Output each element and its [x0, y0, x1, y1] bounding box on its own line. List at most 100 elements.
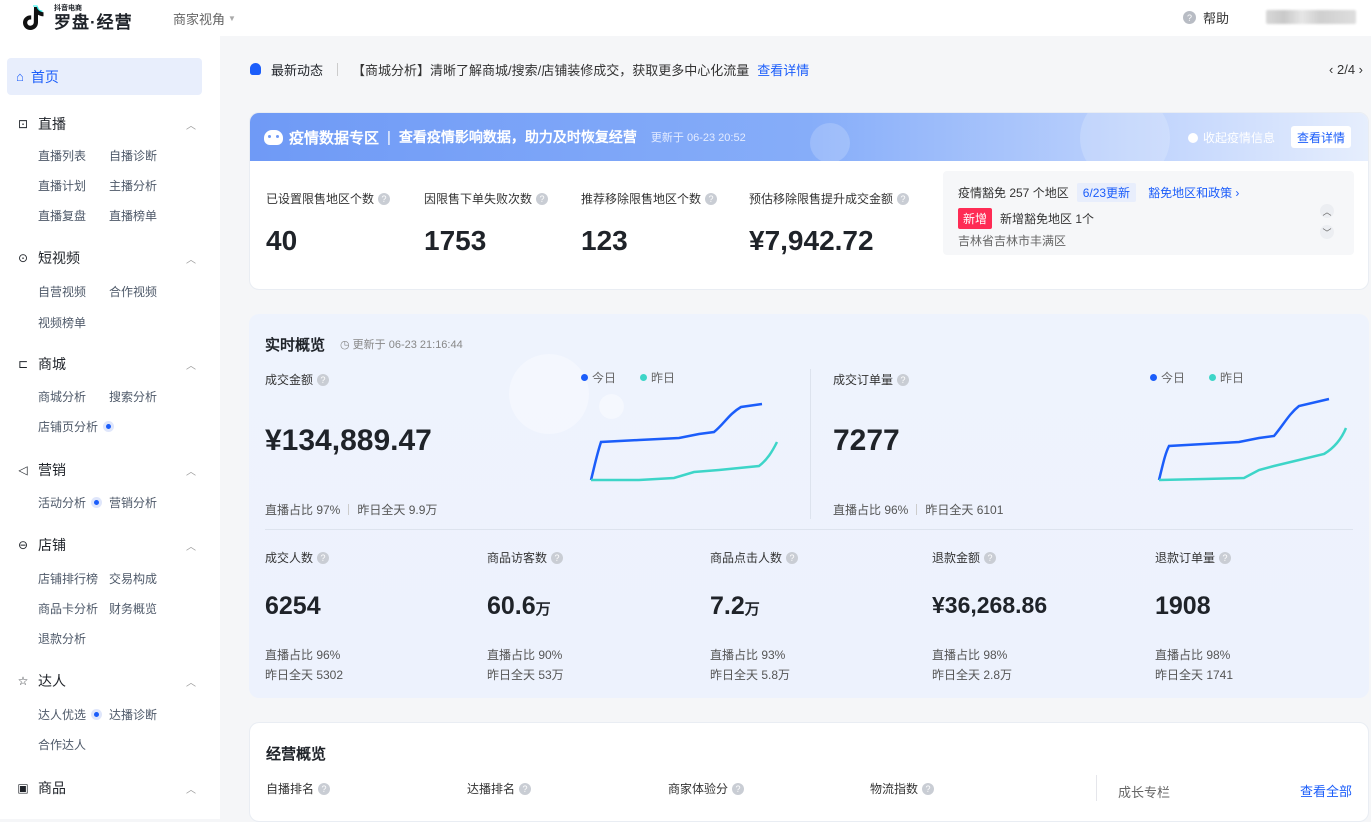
live-ratio: 直播占比 90% [487, 648, 563, 662]
metric-label: 因限售下单失败次数? [424, 190, 549, 207]
live-ratio: 直播占比 97% [265, 503, 341, 517]
help-icon[interactable]: ? [897, 192, 910, 205]
scroll-down-icon[interactable]: ﹀ [1320, 225, 1334, 239]
sidebar-item-trade-composition[interactable]: 交易构成 [109, 570, 157, 587]
user-account-avatar[interactable] [1266, 10, 1356, 24]
news-pager[interactable]: ‹ 2/4 › [1329, 62, 1363, 77]
logo[interactable]: 抖音电商 罗盘·经营 [18, 3, 173, 33]
sidebar-item-coop-video[interactable]: 合作视频 [109, 283, 157, 300]
metric-value: 123 [581, 225, 628, 256]
sidebar-section-mall: ⊏ 商城 ︿ [16, 354, 206, 374]
help-icon[interactable]: ? [984, 551, 997, 564]
sidebar: ⌂ 首页 ⊡ 直播 ︿ 直播列表 自播诊断 直播计划 主播分析 直播复盘 直播榜… [0, 36, 220, 819]
sidebar-section-header-shop[interactable]: ⊖ 店铺 ︿ [16, 535, 206, 555]
sidebar-item-live-ranking[interactable]: 直播榜单 [109, 207, 157, 224]
sidebar-section-header-video[interactable]: ⊙ 短视频 ︿ [16, 248, 206, 268]
scroll-up-icon[interactable]: ︿ [1320, 204, 1334, 218]
sidebar-item-finance-overview[interactable]: 财务概览 [109, 600, 157, 617]
sidebar-item-refund-analysis[interactable]: 退款分析 [38, 630, 86, 647]
help-icon[interactable]: ? [786, 551, 799, 564]
epidemic-title: 疫情数据专区 [289, 129, 380, 147]
sidebar-item-marketing-analysis[interactable]: 营销分析 [109, 494, 157, 511]
epidemic-detail-button[interactable]: 查看详情 [1291, 126, 1351, 148]
help-link[interactable]: ? 帮助 [1183, 8, 1229, 27]
sidebar-item-live-plan[interactable]: 直播计划 [38, 177, 86, 194]
sidebar-item-live-review[interactable]: 直播复盘 [38, 207, 86, 224]
orders-label: 成交订单量? [833, 371, 910, 388]
logo-caption: 抖音电商 [54, 5, 82, 12]
caret-down-icon: ▼ [228, 13, 236, 23]
today-line [1157, 397, 1330, 481]
sidebar-item-search-analysis[interactable]: 搜索分析 [109, 388, 157, 405]
sidebar-section-header-product[interactable]: ▣ 商品 ︿ [16, 778, 206, 798]
realtime-title: 实时概览 [265, 337, 326, 354]
collapse-epidemic-button[interactable]: 收起疫情信息 [1188, 129, 1275, 146]
sidebar-item-live-list[interactable]: 直播列表 [38, 147, 86, 164]
gmv-trend-chart [589, 402, 779, 482]
view-all-link[interactable]: 查看全部 [1300, 781, 1352, 800]
sidebar-section-header-live[interactable]: ⊡ 直播 ︿ [16, 114, 206, 134]
overview-item-label: 商家体验分 [668, 782, 729, 796]
kpi-value: 1908 [1155, 592, 1211, 621]
sidebar-item-mall-analysis[interactable]: 商城分析 [38, 388, 86, 405]
legend-yesterday-marker [1209, 374, 1217, 381]
help-icon[interactable]: ? [1219, 551, 1232, 564]
sidebar-section-header-mall[interactable]: ⊏ 商城 ︿ [16, 354, 206, 374]
help-icon[interactable]: ? [897, 373, 910, 386]
sidebar-section-header-talent[interactable]: ☆ 达人 ︿ [16, 671, 206, 691]
sidebar-section-header-marketing[interactable]: ◁ 营销 ︿ [16, 460, 206, 480]
kpi-value: 6254 [265, 592, 321, 621]
metric-label-text: 已设置限售地区个数 [266, 192, 375, 206]
chart-legend: 今日 昨日 [1150, 369, 1244, 386]
kpi-label: 商品访客数? [487, 549, 564, 566]
legend-yesterday-marker [640, 374, 648, 381]
metric-label: 预估移除限售提升成交金额? [749, 190, 910, 207]
help-icon[interactable]: ? [536, 192, 549, 205]
epidemic-subtitle: 查看疫情影响数据，助力及时恢复经营 [398, 129, 637, 145]
sidebar-section-live: ⊡ 直播 ︿ [16, 114, 206, 134]
sidebar-item-product-card-analysis[interactable]: 商品卡分析 [38, 600, 98, 617]
sidebar-item-anchor-analysis[interactable]: 主播分析 [109, 177, 157, 194]
exemption-policy-link[interactable]: 豁免地区和政策 › [1148, 184, 1239, 201]
help-icon[interactable]: ? [317, 373, 330, 386]
help-icon[interactable]: ? [922, 782, 935, 795]
sidebar-item-talent-select[interactable]: 达人优选 [38, 706, 103, 723]
logo-title: 罗盘·经营 [54, 13, 133, 32]
sidebar-item-shop-ranking[interactable]: 店铺排行榜 [38, 570, 98, 587]
sidebar-item-home[interactable]: ⌂ 首页 [7, 58, 202, 95]
yesterday-line [591, 441, 779, 482]
help-icon[interactable]: ? [705, 192, 718, 205]
kpi-label: 退款金额? [932, 549, 997, 566]
live-ratio: 直播占比 93% [710, 648, 786, 662]
kpi-label: 退款订单量? [1155, 549, 1232, 566]
help-icon[interactable]: ? [732, 782, 745, 795]
sidebar-item-self-live-diagnosis[interactable]: 自播诊断 [109, 147, 157, 164]
news-detail-link[interactable]: 查看详情 [757, 60, 809, 79]
gmv-value: ¥134,889.47 [265, 424, 432, 457]
view-switch-dropdown[interactable]: 商家视角 ▼ [173, 9, 236, 28]
overview-item-label: 自播排名 [266, 782, 315, 796]
sidebar-item-shop-page-analysis[interactable]: 店铺页分析 [38, 418, 115, 435]
legend-today: 今日 [1161, 371, 1186, 385]
help-icon[interactable]: ? [378, 192, 391, 205]
exemption-region: 吉林省吉林市丰满区 [958, 234, 1067, 248]
chevron-up-icon: ︿ [186, 784, 196, 796]
sidebar-item-talent-live-diagnosis[interactable]: 达播诊断 [109, 706, 157, 723]
sidebar-section-title: 达人 [38, 673, 66, 689]
help-icon[interactable]: ? [551, 551, 564, 564]
sidebar-item-activity-analysis[interactable]: 活动分析 [38, 494, 103, 511]
main-content: 最新动态 【商城分析】清晰了解商城/搜索/店铺装修成交，获取更多中心化流量 查看… [220, 36, 1371, 822]
chevron-up-icon: ︿ [186, 466, 196, 478]
exemption-zone-panel: 疫情豁免 257 个地区 6/23更新 豁免地区和政策 › 新增 新增豁免地区 … [943, 171, 1354, 255]
overview-title: 经营概览 [266, 746, 327, 763]
yesterday-total: 昨日全天 5.8万 [710, 668, 791, 682]
help-icon[interactable]: ? [318, 782, 331, 795]
sidebar-item-own-video[interactable]: 自营视频 [38, 283, 86, 300]
sidebar-item-label: 达人优选 [38, 708, 87, 722]
sidebar-item-coop-talent[interactable]: 合作达人 [38, 736, 86, 753]
help-icon[interactable]: ? [317, 551, 330, 564]
epidemic-card: 疫情数据专区 | 查看疫情影响数据，助力及时恢复经营 更新于 06-23 20:… [249, 112, 1369, 290]
sidebar-item-video-ranking[interactable]: 视频榜单 [38, 314, 86, 331]
kpi-number: 6254 [265, 592, 321, 620]
help-icon[interactable]: ? [519, 782, 532, 795]
